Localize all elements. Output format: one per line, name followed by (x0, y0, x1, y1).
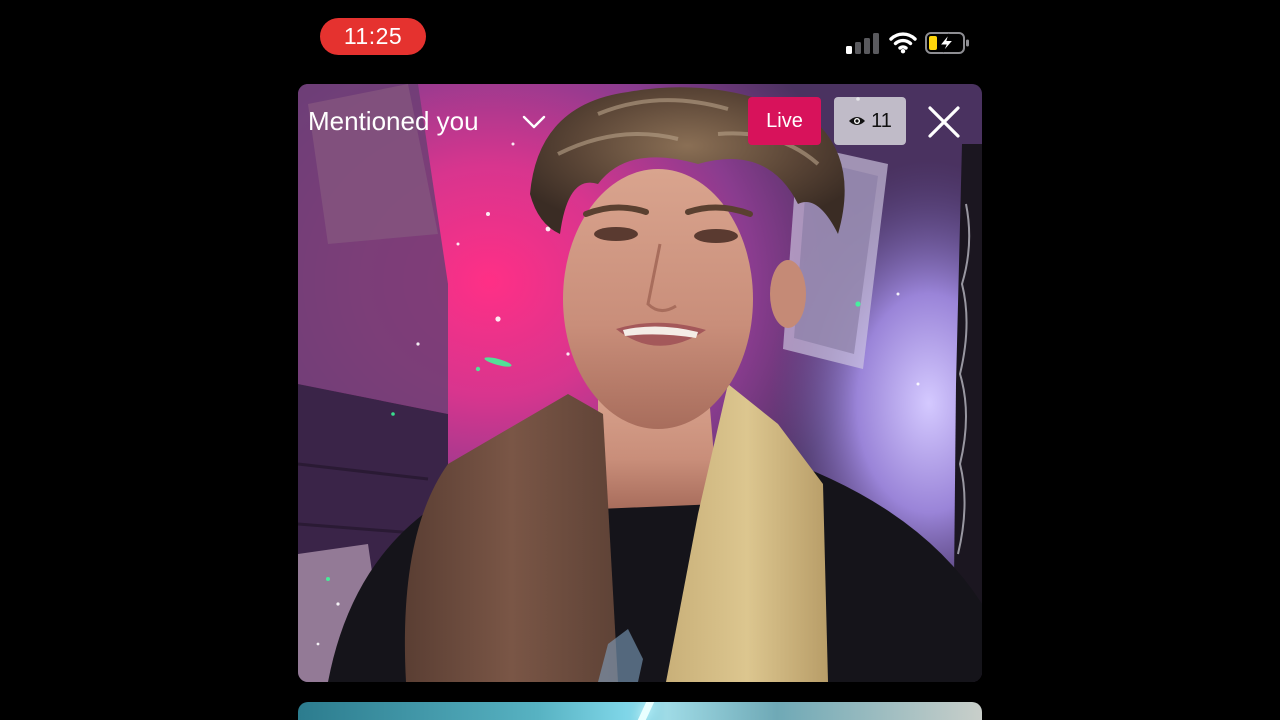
status-time: 11:25 (320, 18, 426, 55)
viewer-count: 11 (871, 110, 892, 132)
viewer-count-badge[interactable]: 11 (834, 97, 906, 145)
battery-charging-icon (925, 32, 969, 54)
next-live-card[interactable] (298, 702, 982, 720)
live-video-frame (298, 84, 982, 682)
live-viewer-screen: 11:25 Mentioned you Live 11 (0, 0, 1280, 720)
live-badge: Live (748, 97, 821, 145)
chevron-down-icon[interactable] (522, 110, 546, 134)
eye-icon (849, 117, 866, 125)
light-streak-icon (637, 702, 655, 720)
mentioned-you-label[interactable]: Mentioned you (308, 104, 479, 138)
live-header: Mentioned you Live 11 (298, 84, 982, 164)
close-icon[interactable] (926, 104, 962, 140)
status-icons (846, 30, 972, 56)
wifi-icon (889, 32, 917, 54)
live-video-card[interactable]: Mentioned you Live 11 (298, 84, 982, 682)
cellular-signal-icon (846, 32, 882, 54)
